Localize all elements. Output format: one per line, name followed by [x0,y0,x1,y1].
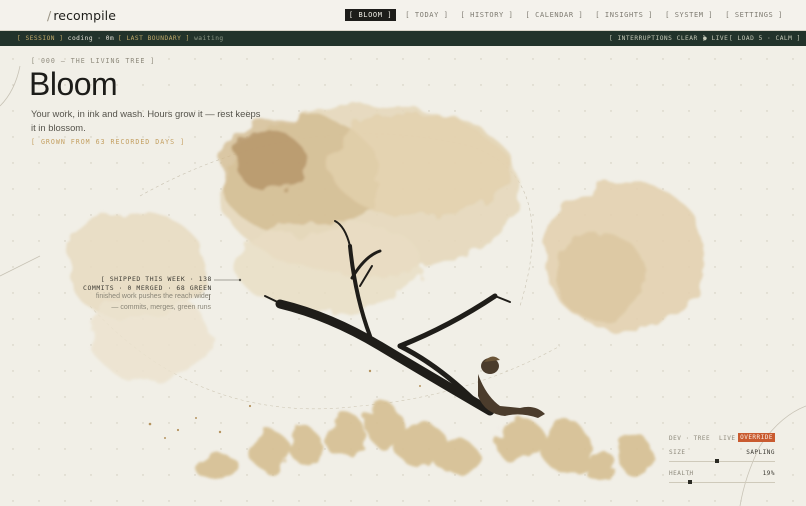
dev-panel-title: DEV · TREE [669,435,711,442]
status-bar: [ SESSION ] coding · 0m [ LAST BOUNDARY … [0,31,806,46]
nav-tab-settings[interactable]: [ SETTINGS ] [722,9,786,21]
live-toggle[interactable]: LIVE [719,435,735,442]
shipped-annotation-body: finished work pushes the reach wider — c… [95,293,211,311]
size-slider-handle[interactable] [715,459,719,463]
dev-panel-header: DEV · TREE LIVE OVERRIDE [669,433,775,443]
dev-tree-panel: DEV · TREE LIVE OVERRIDE SIZE SAPLING HE… [669,433,775,484]
nav-tab-today[interactable]: [ TODAY ] [402,9,451,21]
size-slider[interactable] [669,459,775,463]
boundary-value: waiting [194,35,224,42]
brand-slash: / [47,8,52,23]
brand-name: recompile [53,8,117,23]
nav-tab-calendar[interactable]: [ CALENDAR ] [523,9,587,21]
nav-tab-system[interactable]: [ SYSTEM ] [662,9,716,21]
brand-logo[interactable]: / recompile [47,8,116,23]
nav-tab-history[interactable]: [ HISTORY ] [458,9,517,21]
grown-from-tag: [ GROWN FROM 63 RECORDED DAYS ] [31,138,186,146]
size-value: SAPLING [746,449,775,456]
size-label: SIZE [669,449,686,456]
live-indicator: ● LIVE [703,35,729,42]
interruptions-status: [ INTERRUPTIONS CLEAR ] [609,35,707,42]
hero-kicker: [ 000 — THE LIVING TREE ] [31,57,156,65]
health-slider-handle[interactable] [688,480,692,484]
nav-tab-bloom[interactable]: [ BLOOM ] [344,9,397,21]
main-nav: [ BLOOM ] [ TODAY ] [ HISTORY ] [ CALEND… [344,9,786,21]
session-key: [ SESSION ] [17,35,64,42]
page-title: Bloom [29,66,118,102]
nav-tab-insights[interactable]: [ INSIGHTS ] [592,9,656,21]
session-status: [ SESSION ] coding · 0m [17,35,114,42]
load-status: [ LOAD 5 · CALM ] [729,35,801,42]
boundary-status: [ LAST BOUNDARY ] waiting [118,35,224,42]
hero-description: Your work, in ink and wash. Hours grow i… [31,108,261,133]
health-value: 19% [762,470,775,477]
size-row: SIZE SAPLING [669,449,775,459]
session-value: coding · 0m [67,35,115,42]
top-nav: / recompile [ BLOOM ] [ TODAY ] [ HISTORY… [0,0,806,31]
health-slider[interactable] [669,480,775,484]
boundary-key: [ LAST BOUNDARY ] [118,35,190,42]
annotation-dot [238,278,242,282]
health-label: HEALTH [669,470,694,477]
health-row: HEALTH 19% [669,470,775,480]
override-button[interactable]: OVERRIDE [738,433,775,442]
